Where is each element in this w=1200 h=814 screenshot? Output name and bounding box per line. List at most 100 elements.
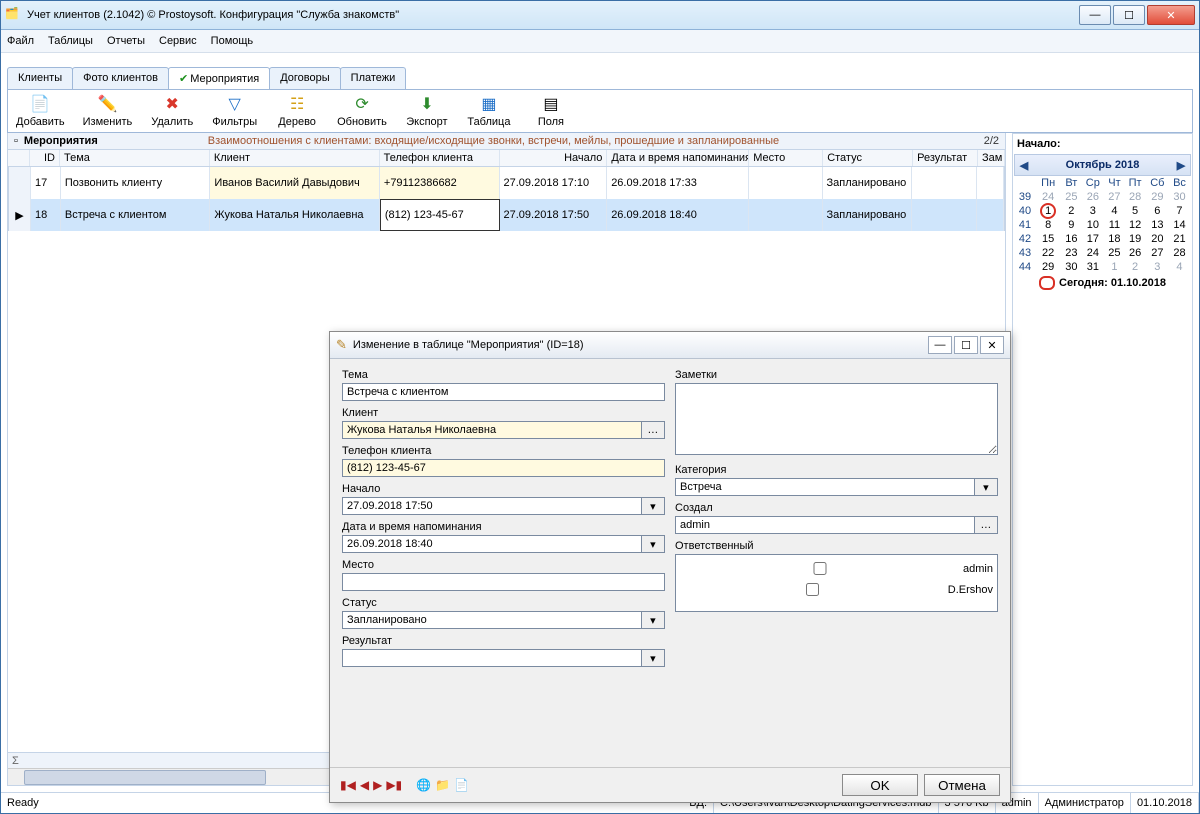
refresh-button[interactable]: ⟳Обновить xyxy=(337,94,387,128)
remind-dropdown-button[interactable]: ▾ xyxy=(642,535,665,553)
today-label[interactable]: Сегодня: 01.10.2018 xyxy=(1039,276,1166,290)
nav-next-button[interactable]: ▶ xyxy=(373,778,382,792)
calendar-day[interactable]: 1 xyxy=(1104,260,1124,274)
start-dropdown-button[interactable]: ▾ xyxy=(642,497,665,515)
calendar-day[interactable]: 2 xyxy=(1061,204,1081,218)
category-dropdown-button[interactable]: ▾ xyxy=(975,478,998,496)
place-input[interactable] xyxy=(342,573,665,591)
calendar-day[interactable]: 27 xyxy=(1146,246,1169,260)
calendar-day[interactable]: 25 xyxy=(1061,190,1081,204)
calendar-day[interactable]: 20 xyxy=(1146,232,1169,246)
responsible-item[interactable]: D.Ershov xyxy=(680,580,993,599)
maximize-button[interactable]: ☐ xyxy=(1113,5,1145,25)
client-picker-button[interactable]: … xyxy=(642,421,665,439)
dialog-minimize-button[interactable]: — xyxy=(928,336,952,354)
responsible-checkbox[interactable] xyxy=(684,562,956,575)
document-icon[interactable]: 📄 xyxy=(454,778,469,792)
calendar-day[interactable]: 4 xyxy=(1169,260,1190,274)
col-start[interactable]: Начало xyxy=(500,150,608,166)
calendar-day[interactable]: 2 xyxy=(1125,260,1146,274)
calendar-day[interactable]: 24 xyxy=(1081,246,1104,260)
calendar-day[interactable]: 29 xyxy=(1035,260,1061,274)
calendar-day[interactable]: 26 xyxy=(1125,246,1146,260)
delete-button[interactable]: ✖Удалить xyxy=(150,94,194,128)
nav-last-button[interactable]: ▶▮ xyxy=(386,778,402,792)
calendar-day[interactable]: 31 xyxy=(1081,260,1104,274)
calendar-month[interactable]: Октябрь 2018 xyxy=(1033,159,1172,171)
tab-photos[interactable]: Фото клиентов xyxy=(72,67,169,89)
start-input[interactable] xyxy=(342,497,642,515)
calendar-day[interactable]: 29 xyxy=(1146,190,1169,204)
calendar-day[interactable]: 22 xyxy=(1035,246,1061,260)
calendar-day[interactable]: 30 xyxy=(1061,260,1081,274)
topic-input[interactable] xyxy=(342,383,665,401)
col-id[interactable]: ID xyxy=(30,150,60,166)
status-dropdown-button[interactable]: ▾ xyxy=(642,611,665,629)
next-month-button[interactable]: ▶ xyxy=(1172,159,1190,172)
calendar-day[interactable]: 3 xyxy=(1146,260,1169,274)
edit-button[interactable]: ✏️Изменить xyxy=(83,94,133,128)
calendar-day[interactable]: 17 xyxy=(1081,232,1104,246)
calendar-grid[interactable]: ПнВтСрЧтПтСбВс39242526272829304012345674… xyxy=(1015,176,1190,274)
calendar-day[interactable]: 27 xyxy=(1104,190,1124,204)
calendar-day[interactable]: 8 xyxy=(1035,218,1061,232)
dialog-close-button[interactable]: ✕ xyxy=(980,336,1004,354)
calendar-day[interactable]: 19 xyxy=(1125,232,1146,246)
result-dropdown-button[interactable]: ▾ xyxy=(642,649,665,667)
prev-month-button[interactable]: ◀ xyxy=(1015,159,1033,172)
col-remind[interactable]: Дата и время напоминания xyxy=(607,150,749,166)
fields-button[interactable]: ▤Поля xyxy=(529,94,573,128)
calendar-day[interactable]: 12 xyxy=(1125,218,1146,232)
client-input[interactable] xyxy=(342,421,642,439)
tab-events[interactable]: ✔Мероприятия xyxy=(168,67,270,89)
table-row[interactable]: 17 Позвонить клиенту Иванов Василий Давы… xyxy=(8,167,1005,199)
responsible-item[interactable]: admin xyxy=(680,559,993,578)
col-phone[interactable]: Телефон клиента xyxy=(380,150,500,166)
calendar-day[interactable]: 1 xyxy=(1035,204,1061,218)
col-status[interactable]: Статус xyxy=(823,150,913,166)
table-row[interactable]: ▶ 18 Встреча с клиентом Жукова Наталья Н… xyxy=(8,199,1005,231)
nav-prev-button[interactable]: ◀ xyxy=(360,778,369,792)
filters-button[interactable]: ▽Фильтры xyxy=(212,94,257,128)
col-note[interactable]: Зам xyxy=(978,150,1005,166)
minimize-button[interactable]: — xyxy=(1079,5,1111,25)
phone-input[interactable] xyxy=(342,459,665,477)
table-button[interactable]: ▦Таблица xyxy=(467,94,511,128)
nav-first-button[interactable]: ▮◀ xyxy=(340,778,356,792)
calendar-day[interactable]: 3 xyxy=(1081,204,1104,218)
close-button[interactable]: ✕ xyxy=(1147,5,1195,25)
globe-icon[interactable]: 🌐 xyxy=(416,778,431,792)
menu-service[interactable]: Сервис xyxy=(159,35,197,47)
category-select[interactable] xyxy=(675,478,975,496)
tab-contracts[interactable]: Договоры xyxy=(269,67,340,89)
remind-input[interactable] xyxy=(342,535,642,553)
calendar-day[interactable]: 28 xyxy=(1169,246,1190,260)
tree-button[interactable]: ☷Дерево xyxy=(275,94,319,128)
dialog-maximize-button[interactable]: ☐ xyxy=(954,336,978,354)
calendar-day[interactable]: 7 xyxy=(1169,204,1190,218)
calendar-day[interactable]: 28 xyxy=(1125,190,1146,204)
calendar-day[interactable]: 23 xyxy=(1061,246,1081,260)
calendar-day[interactable]: 5 xyxy=(1125,204,1146,218)
tab-clients[interactable]: Клиенты xyxy=(7,67,73,89)
calendar-day[interactable]: 4 xyxy=(1104,204,1124,218)
calendar-day[interactable]: 16 xyxy=(1061,232,1081,246)
calendar-day[interactable]: 15 xyxy=(1035,232,1061,246)
calendar-day[interactable]: 30 xyxy=(1169,190,1190,204)
folder-icon[interactable]: 📁 xyxy=(435,778,450,792)
calendar-day[interactable]: 21 xyxy=(1169,232,1190,246)
creator-input[interactable] xyxy=(675,516,975,534)
col-place[interactable]: Место xyxy=(749,150,823,166)
calendar-day[interactable]: 25 xyxy=(1104,246,1124,260)
col-client[interactable]: Клиент xyxy=(210,150,380,166)
calendar-day[interactable]: 10 xyxy=(1081,218,1104,232)
creator-picker-button[interactable]: … xyxy=(975,516,998,534)
calendar-day[interactable]: 24 xyxy=(1035,190,1061,204)
notes-textarea[interactable] xyxy=(675,383,998,455)
menu-reports[interactable]: Отчеты xyxy=(107,35,145,47)
calendar-day[interactable]: 13 xyxy=(1146,218,1169,232)
cancel-button[interactable]: Отмена xyxy=(924,774,1000,796)
col-topic[interactable]: Тема xyxy=(60,150,210,166)
export-button[interactable]: ⬇Экспорт xyxy=(405,94,449,128)
row-selector-icon[interactable]: ▫ xyxy=(14,135,18,147)
